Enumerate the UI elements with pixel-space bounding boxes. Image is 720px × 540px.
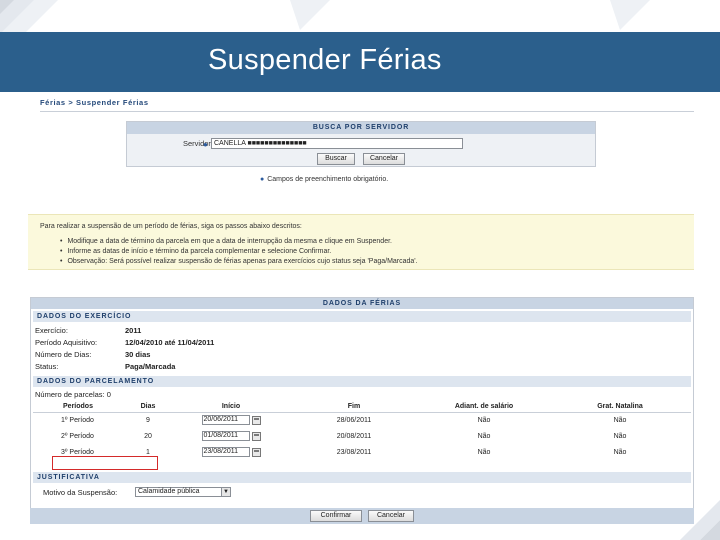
chevron-down-icon: ▼ <box>221 488 230 496</box>
form-footer: Confirmar Cancelar <box>30 508 694 524</box>
cancelar-button[interactable]: Cancelar <box>368 510 414 522</box>
parcelas-count: Número de parcelas: 0 <box>35 390 111 399</box>
col-inicio: Início <box>173 402 289 413</box>
status-row: Status: Paga/Marcada <box>35 362 176 371</box>
calendar-icon[interactable] <box>251 431 261 441</box>
instructions-list: Modifique a data de término da parcela e… <box>60 237 418 267</box>
table-header-row: Períodos Dias Início Fim Adiant. de salá… <box>33 402 691 413</box>
col-dias: Dias <box>123 402 173 413</box>
search-caption: Busca por Servidor <box>127 122 595 134</box>
motivo-select[interactable]: Calamidade pública ▼ <box>135 487 231 497</box>
required-legend: ● Campos de preenchimento obrigatório. <box>260 176 388 183</box>
exercicio-row: Exercício: 2011 <box>35 326 142 335</box>
instructions-box: Para realizar a suspensão de um período … <box>28 214 694 270</box>
table-row: 1º Período 9 20/06/2011 28/06/2011 Não N… <box>61 415 627 426</box>
inicio-date-input[interactable]: 23/08/2011 <box>201 447 250 457</box>
search-panel: Busca por Servidor Servidor: ● CANELLA ■… <box>126 121 596 167</box>
justificativa-section-header: Justificativa <box>33 472 691 483</box>
col-periodos: Períodos <box>33 402 123 413</box>
confirmar-button[interactable]: Confirmar <box>310 510 362 522</box>
screenshot-area: Férias > Suspender Férias Busca por Serv… <box>28 92 694 524</box>
motivo-label: Motivo da Suspensão: <box>43 488 118 497</box>
parcelamento-section-header: Dados do Parcelamento <box>33 376 691 387</box>
calendar-icon[interactable] <box>251 415 261 425</box>
cancelar-search-button[interactable]: Cancelar <box>363 153 405 165</box>
servidor-input[interactable]: CANELLA ■■■■■■■■■■■■■■ <box>211 138 463 149</box>
legend-text: Campos de preenchimento obrigatório. <box>267 176 389 183</box>
numero-dias-row: Número de Dias: 30 dias <box>35 350 151 359</box>
buscar-button[interactable]: Buscar <box>317 153 355 165</box>
col-grat: Grat. Natalina <box>549 402 691 413</box>
exercicio-section-header: Dados do Exercício <box>33 311 691 322</box>
list-item: Informe as datas de início e término da … <box>60 247 418 257</box>
periodo-aquisitivo-row: Período Aquisitivo: 12/04/2010 até 11/04/… <box>35 338 215 347</box>
slide-title: Suspender Férias <box>208 44 442 76</box>
col-fim: Fim <box>289 402 419 413</box>
inicio-date-input[interactable]: 20/06/2011 <box>201 415 250 426</box>
calendar-icon[interactable] <box>251 447 261 457</box>
inicio-date-input[interactable]: 01/08/2011 <box>201 431 250 441</box>
periodos-table: Períodos Dias Início Fim Adiant. de salá… <box>33 402 691 460</box>
ferias-caption: Dados da Férias <box>31 298 693 309</box>
instructions-lead: Para realizar a suspensão de um período … <box>40 223 302 230</box>
required-marker-icon: ● <box>203 140 208 149</box>
breadcrumb: Férias > Suspender Férias <box>40 98 694 112</box>
highlight-box <box>52 456 158 470</box>
ferias-panel: Dados da Férias Dados do Exercício Exerc… <box>30 297 694 509</box>
table-row: 2º Período 20 01/08/2011 20/08/2011 Não … <box>61 431 627 441</box>
servidor-label: Servidor: <box>182 139 213 148</box>
list-item: Observação: Será possível realizar suspe… <box>60 257 417 267</box>
motivo-row: Motivo da Suspensão: Calamidade pública … <box>43 487 231 497</box>
col-adiant: Adiant. de salário <box>419 402 549 413</box>
required-marker-icon: ● <box>260 176 265 183</box>
title-banner: Suspender Férias <box>0 32 720 92</box>
list-item: Modifique a data de término da parcela e… <box>60 237 418 247</box>
